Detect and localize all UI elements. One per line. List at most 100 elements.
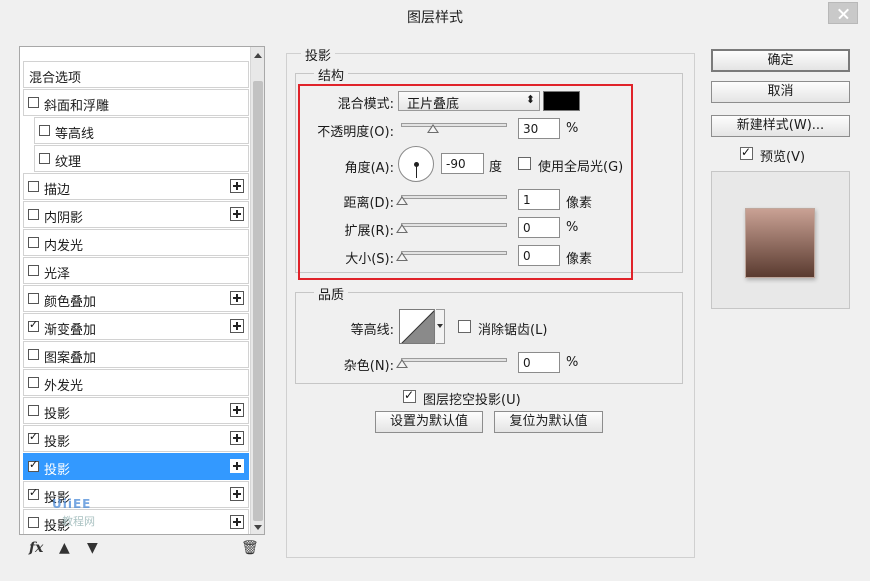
spread-slider-track[interactable] [401,223,507,227]
angle-dial-needle [416,164,417,178]
style-item-label: 渐变叠加 [44,323,97,338]
noise-slider-track[interactable] [401,358,507,362]
contour-label: 等高线: [350,323,394,338]
style-item-label: 纹理 [55,155,82,170]
new-style-button[interactable]: 新建样式(W)... [711,115,850,137]
anti-alias-checkbox[interactable] [458,320,471,333]
shadow-color-swatch[interactable] [543,91,580,111]
style-item[interactable]: 内发光 [23,229,249,256]
style-item-label: 图案叠加 [44,351,97,366]
style-item-checkbox[interactable] [39,125,50,136]
add-effect-icon[interactable] [230,179,244,193]
angle-dial[interactable] [398,146,434,182]
style-item-checkbox[interactable] [28,377,39,388]
style-item-label: 斜面和浮雕 [44,99,110,114]
spread-slider-thumb[interactable] [396,224,408,233]
noise-slider-thumb[interactable] [396,359,408,368]
style-item[interactable]: 光泽 [23,257,249,284]
distance-input[interactable]: 1 [518,189,560,210]
scroll-up-icon[interactable] [254,53,262,58]
opacity-slider-thumb[interactable] [426,124,439,133]
style-item[interactable]: 斜面和浮雕 [23,89,249,116]
cancel-button[interactable]: 取消 [711,81,850,103]
style-item[interactable]: 内阴影 [23,201,249,228]
add-effect-icon[interactable] [230,487,244,501]
style-item-label: 外发光 [44,379,84,394]
style-item-label: 光泽 [44,267,71,282]
add-effect-icon[interactable] [230,459,244,473]
style-item[interactable]: 投影 [23,453,249,480]
distance-slider-track[interactable] [401,195,507,199]
style-item-checkbox[interactable] [28,265,39,276]
style-item-checkbox[interactable] [28,318,39,332]
style-item-checkbox[interactable] [28,517,39,528]
trash-icon[interactable]: 🗑 [241,540,259,556]
move-up-icon[interactable]: ▲ [59,540,70,556]
scroll-thumb[interactable] [253,81,263,521]
size-slider-thumb[interactable] [396,252,408,261]
style-item[interactable]: 纹理 [34,145,249,172]
distance-slider-thumb[interactable] [396,196,408,205]
knockout-label: 图层挖空投影(U) [423,393,521,408]
style-item[interactable]: 颜色叠加 [23,285,249,312]
dialog-title: 图层样式 [407,10,463,26]
style-item[interactable]: 渐变叠加 [23,313,249,340]
spread-input[interactable]: 0 [518,217,560,238]
style-item[interactable]: 描边 [23,173,249,200]
move-down-icon[interactable]: ▼ [87,540,98,556]
style-item-checkbox[interactable] [28,405,39,416]
style-item-checkbox[interactable] [28,293,39,304]
blending-options-item[interactable]: 混合选项 [23,61,249,88]
size-slider-track[interactable] [401,251,507,255]
size-input[interactable]: 0 [518,245,560,266]
global-light-checkbox[interactable] [518,157,531,170]
quality-title: 品质 [314,284,349,303]
reset-default-button[interactable]: 复位为默认值 [494,411,603,433]
add-effect-icon[interactable] [230,403,244,417]
style-item[interactable]: 投影 [23,425,249,452]
spread-label: 扩展(R): [344,224,394,239]
style-item[interactable]: 投影 [23,509,249,534]
noise-unit: % [566,355,579,370]
blend-mode-label: 混合模式: [337,97,394,112]
style-item-checkbox[interactable] [28,237,39,248]
set-default-button[interactable]: 设置为默认值 [375,411,483,433]
list-scrollbar[interactable] [250,47,264,534]
style-item-checkbox[interactable] [28,97,39,108]
blend-mode-select[interactable]: 正片叠底 [398,91,540,112]
add-effect-icon[interactable] [230,291,244,305]
style-item-label: 投影 [44,407,71,422]
add-effect-icon[interactable] [230,207,244,221]
contour-preview[interactable] [399,309,435,344]
blend-mode-value: 正片叠底 [407,97,460,112]
noise-label: 杂色(N): [343,359,394,374]
close-icon[interactable] [828,2,858,24]
style-item-checkbox[interactable] [39,153,50,164]
add-effect-icon[interactable] [230,319,244,333]
ok-button[interactable]: 确定 [711,49,850,72]
style-item-checkbox[interactable] [28,486,39,500]
style-item[interactable]: 等高线 [34,117,249,144]
style-item[interactable]: 图案叠加 [23,341,249,368]
scroll-down-icon[interactable] [254,525,262,530]
style-item[interactable]: 投影 [23,397,249,424]
style-item-checkbox[interactable] [28,349,39,360]
style-item-label: 等高线 [55,127,95,142]
section-title: 投影 [301,45,336,64]
style-item-checkbox[interactable] [28,209,39,220]
contour-dropdown-icon[interactable] [436,309,445,344]
style-item-checkbox[interactable] [28,181,39,192]
knockout-checkbox[interactable] [403,388,416,403]
preview-checkbox[interactable] [740,145,753,160]
style-item-checkbox[interactable] [28,458,39,472]
noise-input[interactable]: 0 [518,352,560,373]
opacity-input[interactable]: 30 [518,118,560,139]
style-item-checkbox[interactable] [28,430,39,444]
angle-input[interactable]: -90 [441,153,484,174]
fx-icon[interactable]: fx [29,540,43,556]
opacity-slider-track[interactable] [401,123,507,127]
add-effect-icon[interactable] [230,515,244,529]
style-item-label: 内发光 [44,239,84,254]
style-item[interactable]: 外发光 [23,369,249,396]
add-effect-icon[interactable] [230,431,244,445]
